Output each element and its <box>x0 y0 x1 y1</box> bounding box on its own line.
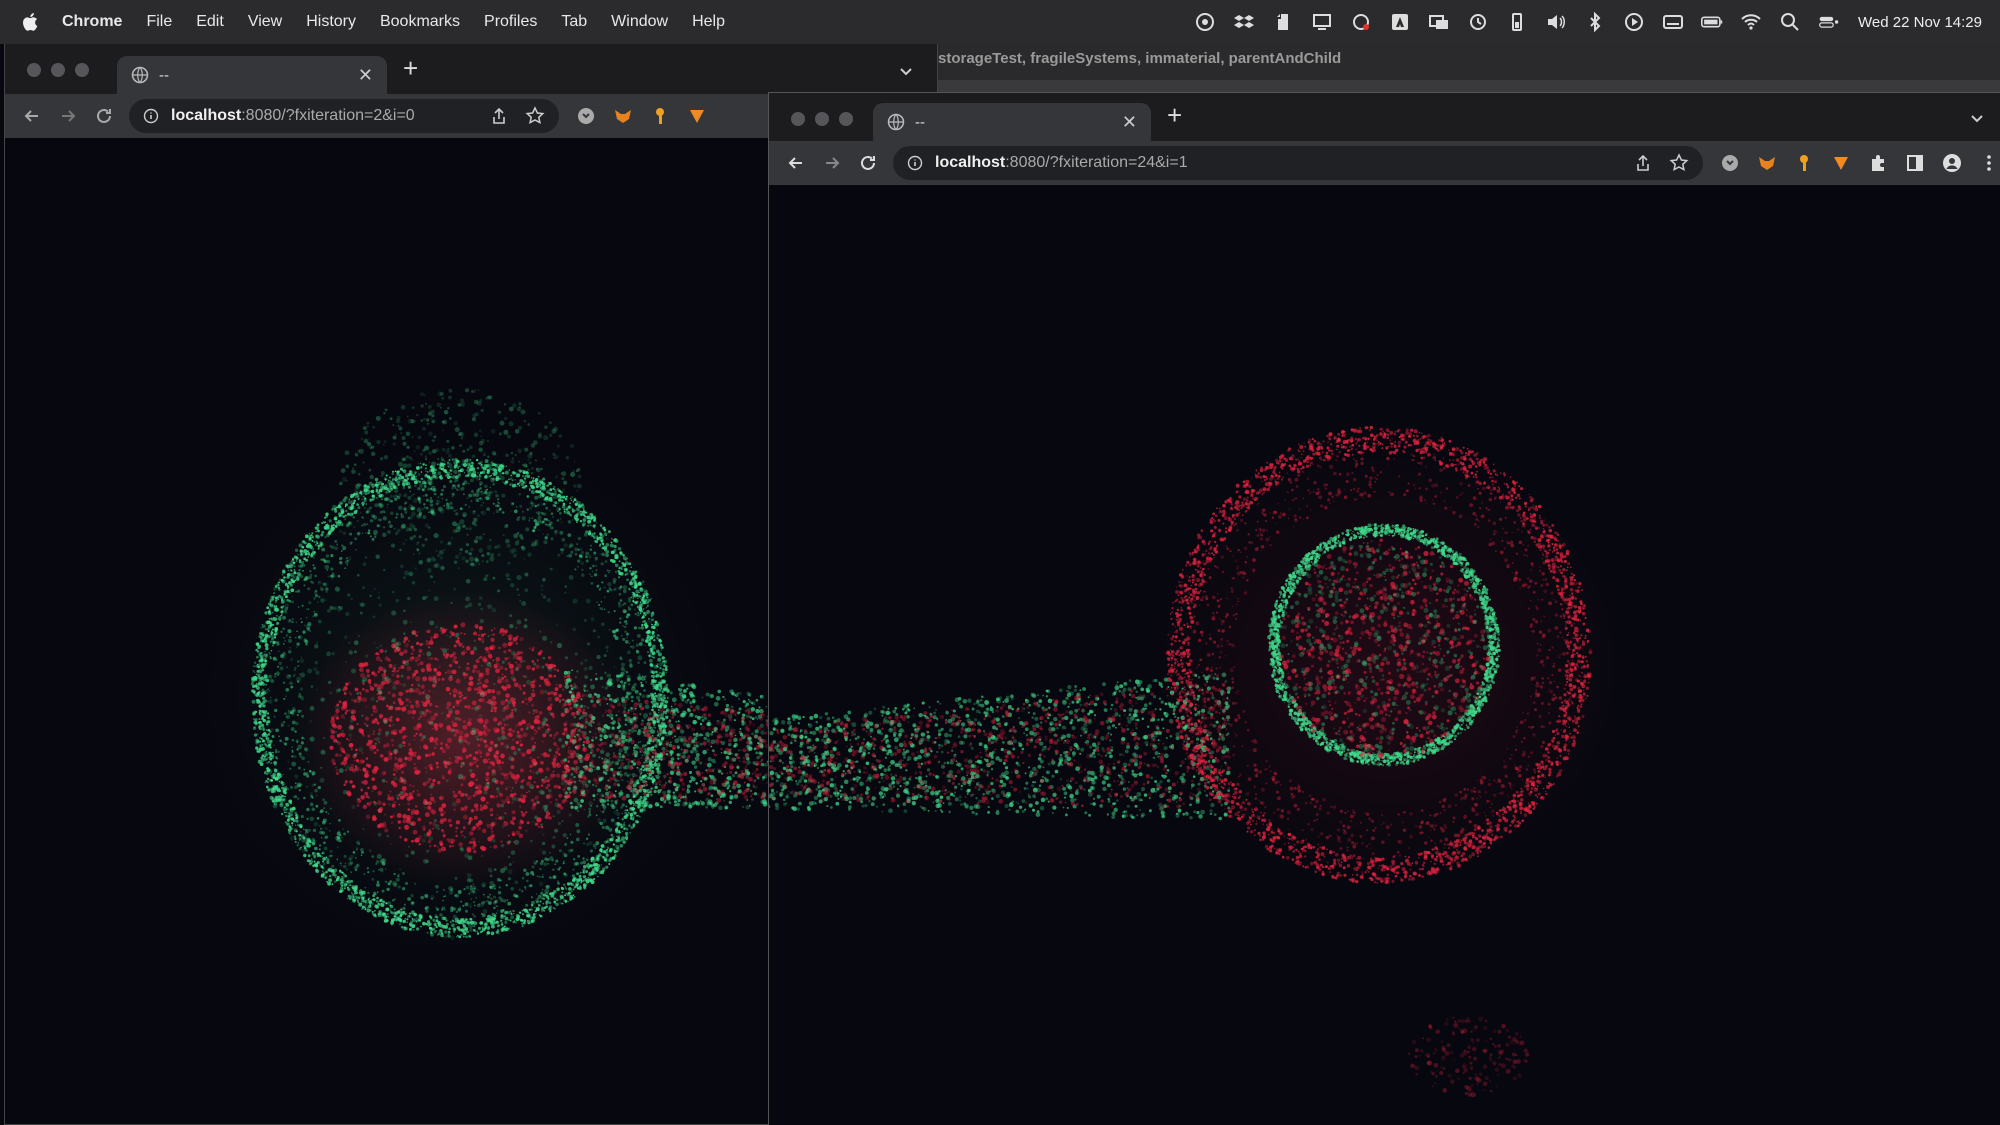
browser-toolbar: localhost:8080/?fxiteration=24&i=1 <box>769 141 2000 185</box>
zoom-window-button[interactable] <box>75 63 89 77</box>
reload-icon[interactable] <box>857 152 879 174</box>
screen-share-icon[interactable] <box>1428 11 1450 33</box>
extension-pocket-icon[interactable] <box>576 106 596 126</box>
apple-menu-icon[interactable] <box>20 10 42 34</box>
bookmark-star-icon[interactable] <box>1669 153 1689 173</box>
url-host: localhost <box>171 107 242 124</box>
forward-icon[interactable] <box>821 152 843 174</box>
menu-bookmarks[interactable]: Bookmarks <box>380 13 460 31</box>
back-icon[interactable] <box>785 152 807 174</box>
url-text: localhost:8080/?fxiteration=24&i=1 <box>935 154 1617 172</box>
menu-file[interactable]: File <box>146 13 172 31</box>
url-path: :8080/?fxiteration=24&i=1 <box>1005 154 1188 171</box>
menu-window[interactable]: Window <box>611 13 668 31</box>
address-bar[interactable]: localhost:8080/?fxiteration=24&i=1 <box>893 146 1703 180</box>
back-icon[interactable] <box>21 105 43 127</box>
chevron-down-icon[interactable] <box>897 62 915 80</box>
display-icon[interactable] <box>1311 11 1333 33</box>
tab-title: -- <box>159 66 169 84</box>
extension-key-icon[interactable] <box>1794 153 1814 173</box>
background-window-toolbar <box>938 80 2000 92</box>
particle-canvas[interactable] <box>769 185 2000 1125</box>
reload-icon[interactable] <box>93 105 115 127</box>
address-bar[interactable]: localhost:8080/?fxiteration=2&i=0 <box>129 99 559 133</box>
menu-edit[interactable]: Edit <box>196 13 224 31</box>
menubar-clock[interactable]: Wed 22 Nov 14:29 <box>1858 14 1982 31</box>
zoom-window-button[interactable] <box>839 112 853 126</box>
volume-icon[interactable] <box>1545 11 1567 33</box>
profile-avatar-icon[interactable] <box>1942 153 1962 173</box>
extension-brave-icon[interactable] <box>687 106 707 126</box>
dropbox-icon[interactable] <box>1233 11 1255 33</box>
battery-widget-icon[interactable] <box>1506 11 1528 33</box>
spotlight-search-icon[interactable] <box>1779 11 1801 33</box>
menu-history[interactable]: History <box>306 13 356 31</box>
close-tab-icon[interactable]: ✕ <box>358 65 373 86</box>
more-menu-icon[interactable] <box>1979 153 1999 173</box>
browser-window-right: -- ✕ + localhost:8080/?fxiteration=24&i=… <box>768 92 2000 1125</box>
extension-metamask-icon[interactable] <box>1757 153 1777 173</box>
share-icon[interactable] <box>489 106 509 126</box>
canvas-viewport[interactable] <box>769 185 2000 1125</box>
play-icon[interactable] <box>1623 11 1645 33</box>
keyboard-icon[interactable] <box>1662 11 1684 33</box>
site-info-icon[interactable] <box>907 155 923 171</box>
tab-active[interactable]: -- ✕ <box>873 103 1151 141</box>
menu-bar: Chrome File Edit View History Bookmarks … <box>0 0 2000 44</box>
wifi-icon[interactable] <box>1740 11 1762 33</box>
bookmark-star-icon[interactable] <box>525 106 545 126</box>
battery-icon[interactable] <box>1701 11 1723 33</box>
forward-icon[interactable] <box>57 105 79 127</box>
time-machine-icon[interactable] <box>1467 11 1489 33</box>
new-tab-button[interactable]: + <box>403 53 418 84</box>
background-window-title: storageTest, fragileSystems, immaterial,… <box>938 50 1342 67</box>
close-window-button[interactable] <box>27 63 41 77</box>
side-panel-icon[interactable] <box>1905 153 1925 173</box>
window-controls <box>791 112 853 126</box>
tab-title: -- <box>915 113 925 131</box>
extension-key-icon[interactable] <box>650 106 670 126</box>
url-host: localhost <box>935 154 1006 171</box>
window-controls <box>27 63 89 77</box>
background-window: storageTest, fragileSystems, immaterial,… <box>938 44 2000 92</box>
menu-app-chrome[interactable]: Chrome <box>62 13 122 31</box>
bluetooth-icon[interactable] <box>1584 11 1606 33</box>
extension-pocket-icon[interactable] <box>1720 153 1740 173</box>
tab-strip: -- ✕ + <box>5 44 937 94</box>
site-info-icon[interactable] <box>143 108 159 124</box>
extension-metamask-icon[interactable] <box>613 106 633 126</box>
new-tab-button[interactable]: + <box>1167 100 1182 131</box>
menu-profiles[interactable]: Profiles <box>484 13 537 31</box>
share-icon[interactable] <box>1633 153 1653 173</box>
url-text: localhost:8080/?fxiteration=2&i=0 <box>171 107 473 125</box>
menu-help[interactable]: Help <box>692 13 725 31</box>
extension-brave-icon[interactable] <box>1831 153 1851 173</box>
menu-tab[interactable]: Tab <box>561 13 587 31</box>
control-center-icon[interactable] <box>1818 11 1840 33</box>
globe-icon <box>887 113 905 131</box>
minimize-window-button[interactable] <box>815 112 829 126</box>
menu-view[interactable]: View <box>248 13 282 31</box>
close-window-button[interactable] <box>791 112 805 126</box>
globe-icon <box>131 66 149 84</box>
evernote-icon[interactable] <box>1272 11 1294 33</box>
extensions-puzzle-icon[interactable] <box>1868 153 1888 173</box>
chevron-down-icon[interactable] <box>1968 109 1986 127</box>
creative-cloud-icon[interactable] <box>1194 11 1216 33</box>
cloud-sync-icon[interactable] <box>1350 11 1372 33</box>
tab-strip: -- ✕ + <box>769 93 2000 141</box>
tab-active[interactable]: -- ✕ <box>117 56 387 94</box>
adobe-icon[interactable] <box>1389 11 1411 33</box>
minimize-window-button[interactable] <box>51 63 65 77</box>
status-area: Wed 22 Nov 14:29 <box>1177 0 1982 44</box>
url-path: :8080/?fxiteration=2&i=0 <box>241 107 415 124</box>
close-tab-icon[interactable]: ✕ <box>1122 112 1137 133</box>
